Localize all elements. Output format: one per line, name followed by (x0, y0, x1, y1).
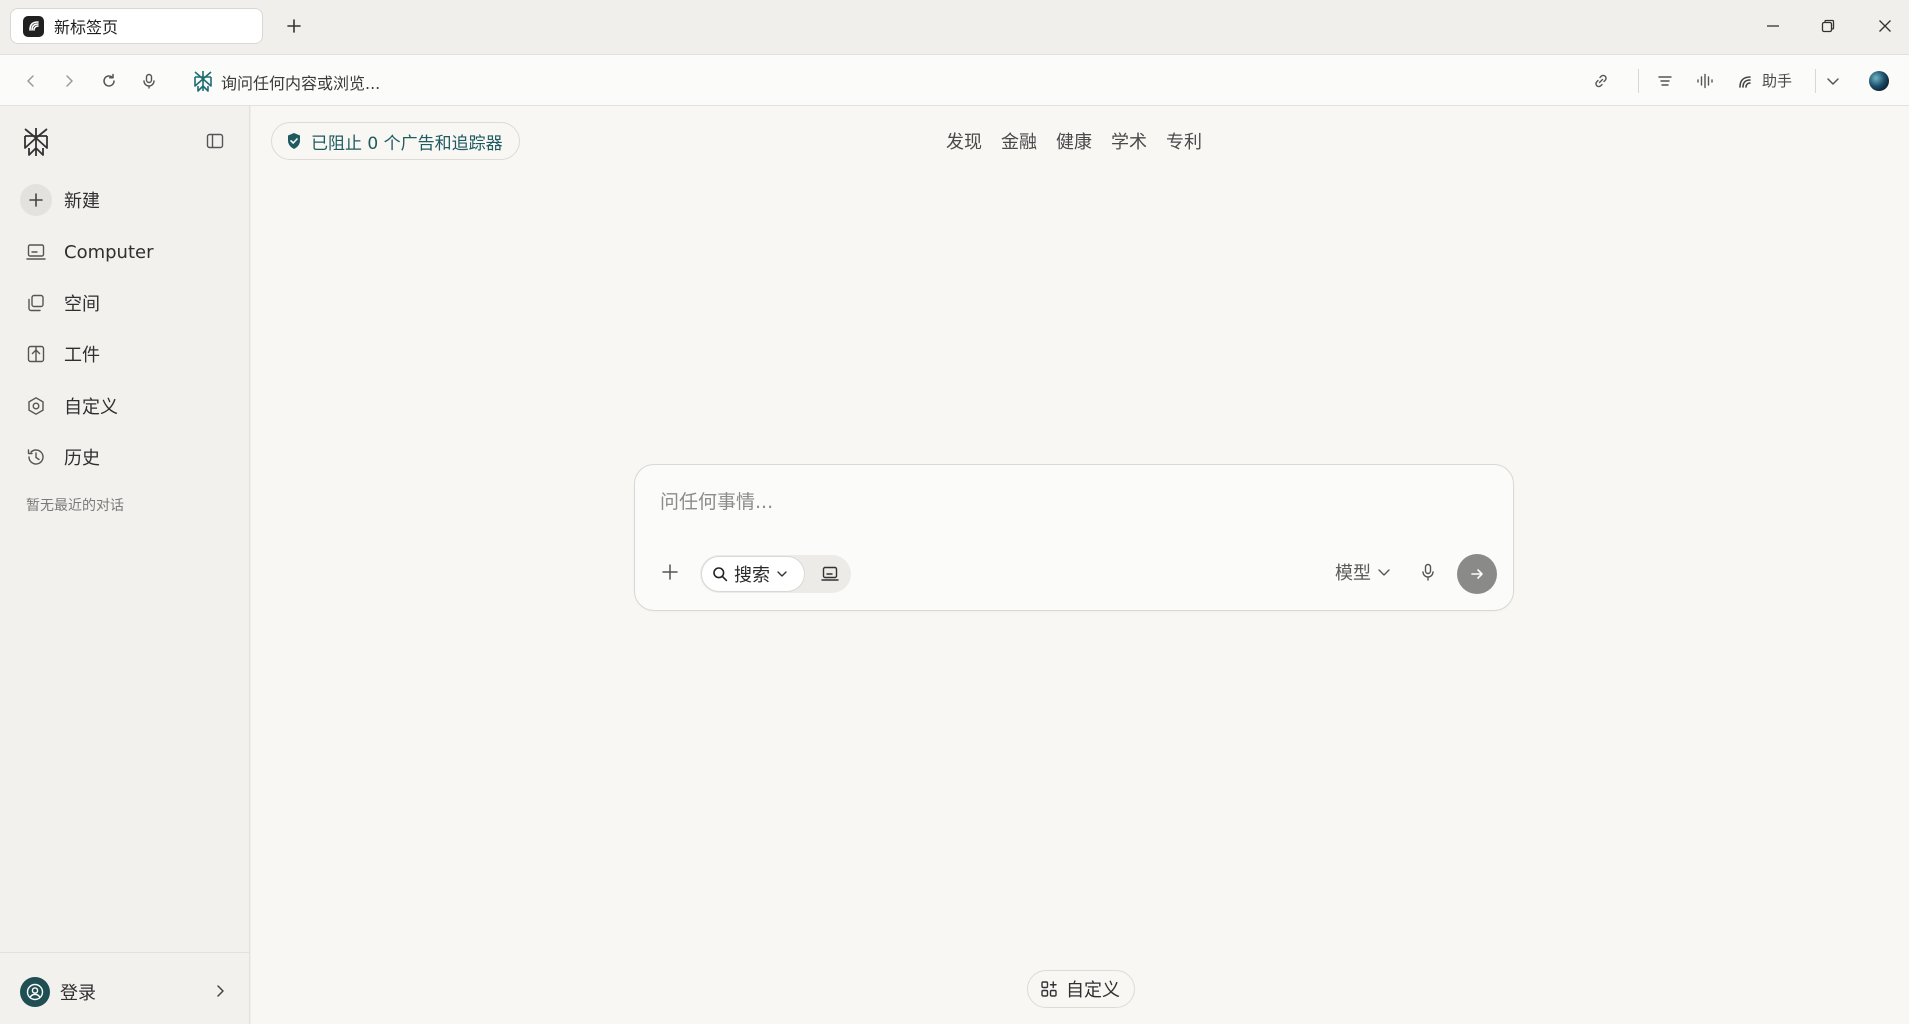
copy-link-button[interactable] (1588, 68, 1614, 94)
perplexity-logo-icon[interactable] (22, 127, 50, 157)
omnibox-input[interactable]: 询问任何内容或浏览... (221, 70, 380, 94)
sidebar-item-history[interactable]: 历史 (20, 437, 230, 477)
nav-link-health[interactable]: 健康 (1056, 128, 1092, 154)
sidebar-item-label: 空间 (64, 294, 100, 315)
login-label: 登录 (60, 983, 96, 1004)
sidebar-item-new[interactable]: 新建 (20, 180, 230, 220)
profile-avatar[interactable] (1866, 68, 1892, 94)
back-button[interactable] (18, 68, 44, 94)
model-label: 模型 (1335, 563, 1371, 584)
sidebar-toggle-icon[interactable] (205, 131, 225, 151)
sidebar-item-label: 新建 (64, 191, 100, 212)
computer-mode-button[interactable] (810, 556, 850, 592)
arrow-right-icon (1471, 569, 1483, 579)
nav-link-finance[interactable]: 金融 (1001, 128, 1037, 154)
empty-history-text: 暂无最近的对话 (26, 498, 124, 514)
customize-label: 自定义 (1066, 980, 1120, 1001)
sidebar-item-label: 历史 (64, 448, 100, 469)
tab-strip: 新标签页 (0, 0, 1909, 53)
search-mode-label: 搜索 (734, 565, 770, 586)
audio-waveform-button[interactable] (1692, 68, 1718, 94)
sidebar-item-artifacts[interactable]: 工件 (20, 334, 230, 374)
close-window-button[interactable] (1865, 10, 1905, 42)
attach-button[interactable] (655, 557, 685, 587)
sidebar: 新建 Computer 空间 工件 自定义 历史 暂无最近的对话 登录 (0, 106, 250, 1024)
assistant-button[interactable]: 助手 (1762, 70, 1792, 91)
chevron-right-icon[interactable] (214, 984, 226, 998)
blocked-trackers-text: 已阻止 0 个广告和追踪器 (311, 133, 503, 154)
assistant-icon[interactable] (1732, 68, 1758, 94)
plus-icon (20, 184, 52, 216)
restore-button[interactable] (1808, 10, 1848, 42)
minimize-button[interactable] (1753, 10, 1793, 42)
submit-button[interactable] (1457, 554, 1497, 594)
toolbar-divider (1638, 69, 1639, 93)
sidebar-item-computer[interactable]: Computer (20, 232, 230, 272)
reload-button[interactable] (96, 68, 122, 94)
ask-input[interactable]: 问任何事情... (660, 487, 773, 514)
computer-icon (20, 236, 52, 268)
blocked-trackers-badge[interactable]: 已阻止 0 个广告和追踪器 (271, 122, 520, 160)
shield-check-icon (288, 133, 300, 149)
navigation-bar: 询问任何内容或浏览... 助手 (0, 54, 1909, 106)
grid-customize-icon (1041, 981, 1057, 997)
mode-selector: 搜索 (700, 555, 851, 593)
sidebar-item-label: 自定义 (64, 397, 118, 418)
voice-input-button[interactable] (136, 68, 162, 94)
customize-button[interactable]: 自定义 (1027, 970, 1135, 1008)
user-avatar-icon (20, 977, 50, 1007)
microphone-icon (1422, 563, 1434, 581)
model-selector[interactable]: 模型 (1335, 557, 1391, 587)
login-button[interactable]: 登录 (20, 974, 234, 1010)
perplexity-favicon-icon (23, 15, 44, 37)
sidebar-item-label: Computer (64, 241, 154, 263)
dictation-button[interactable] (1415, 559, 1441, 585)
new-tab-button[interactable] (280, 12, 308, 40)
reader-mode-button[interactable] (1652, 68, 1678, 94)
artifacts-icon (20, 338, 52, 370)
tab-title: 新标签页 (54, 18, 119, 37)
sidebar-item-customize[interactable]: 自定义 (20, 386, 230, 426)
sidebar-item-label: 工件 (64, 345, 100, 366)
search-mode-button[interactable]: 搜索 (701, 556, 805, 592)
spaces-icon (20, 287, 52, 319)
nav-link-patents[interactable]: 专利 (1166, 128, 1202, 154)
ask-composer: 问任何事情... 搜索 模型 (634, 464, 1514, 611)
toolbar-divider (1815, 69, 1816, 93)
history-icon (20, 441, 52, 473)
sidebar-item-spaces[interactable]: 空间 (20, 283, 230, 323)
tab-new-tab[interactable]: 新标签页 (10, 8, 263, 44)
chevron-down-icon (777, 571, 787, 577)
perplexity-logo-icon (190, 68, 216, 94)
chevron-down-icon[interactable] (1820, 68, 1846, 94)
search-icon (713, 567, 728, 582)
sidebar-divider (0, 952, 249, 953)
hexagon-settings-icon (20, 390, 52, 422)
computer-icon (821, 566, 839, 581)
forward-button[interactable] (56, 68, 82, 94)
nav-link-academic[interactable]: 学术 (1111, 128, 1147, 154)
nav-link-discover[interactable]: 发现 (946, 128, 982, 154)
chevron-down-icon (1378, 569, 1390, 576)
plus-icon (662, 564, 678, 580)
